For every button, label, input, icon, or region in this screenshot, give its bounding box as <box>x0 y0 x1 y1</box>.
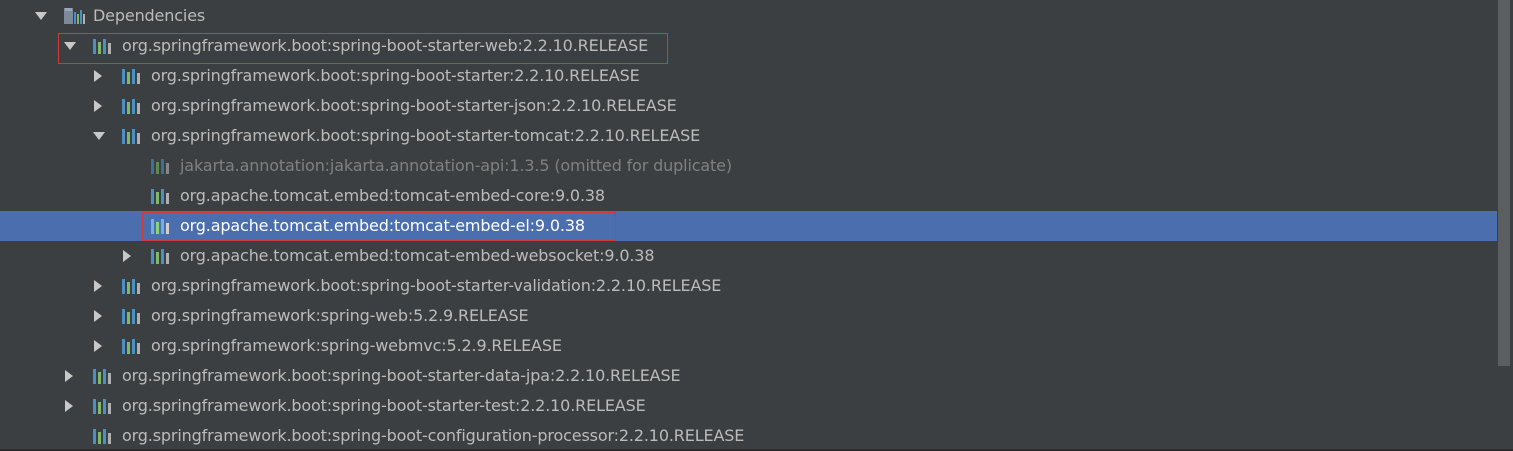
tree-row-label: org.springframework.boot:spring-boot-sta… <box>122 366 681 385</box>
vertical-scrollbar[interactable] <box>1497 0 1513 451</box>
library-icon <box>150 246 172 266</box>
tree-row-label: org.springframework.boot:spring-boot-con… <box>122 426 745 445</box>
collapse-arrow-icon[interactable] <box>120 249 134 263</box>
tree-row-dependency[interactable]: org.springframework.boot:spring-boot-sta… <box>0 361 1497 391</box>
tree-row-label: org.springframework.boot:spring-boot-sta… <box>122 396 646 415</box>
tree-row-dependency[interactable]: org.apache.tomcat.embed:tomcat-embed-cor… <box>0 181 1497 211</box>
library-icon <box>121 96 143 116</box>
tree-row-dependency[interactable]: org.springframework:spring-web:5.2.9.REL… <box>0 301 1497 331</box>
tree-row-label: org.springframework.boot:spring-boot-sta… <box>151 126 701 145</box>
collapse-arrow-icon[interactable] <box>91 339 105 353</box>
tree-row-label: org.springframework:spring-web:5.2.9.REL… <box>151 306 529 325</box>
tree-row-dependency[interactable]: org.springframework.boot:spring-boot-sta… <box>0 91 1497 121</box>
scrollbar-thumb[interactable] <box>1498 0 1510 366</box>
tree-row-dependency[interactable]: jakarta.annotation:jakarta.annotation-ap… <box>0 151 1497 181</box>
collapse-arrow-icon[interactable] <box>62 369 76 383</box>
library-icon <box>150 156 172 176</box>
library-icon <box>121 306 143 326</box>
expand-arrow-icon[interactable] <box>34 9 48 23</box>
library-icon <box>121 66 143 86</box>
tree-row-dependency[interactable]: org.springframework.boot:spring-boot-con… <box>0 421 1497 451</box>
tree-row-label: org.springframework:spring-webmvc:5.2.9.… <box>151 336 562 355</box>
tree-row-label: jakarta.annotation:jakarta.annotation-ap… <box>180 156 732 175</box>
tree-row-label: org.apache.tomcat.embed:tomcat-embed-cor… <box>180 186 605 205</box>
tree-row-dependency[interactable]: org.springframework.boot:spring-boot-sta… <box>0 391 1497 421</box>
collapse-arrow-icon[interactable] <box>91 309 105 323</box>
library-icon <box>121 336 143 356</box>
collapse-arrow-icon[interactable] <box>91 69 105 83</box>
library-icon <box>121 126 143 146</box>
highlight-box <box>58 33 668 64</box>
tree-row-dependency[interactable]: org.springframework.boot:spring-boot-sta… <box>0 121 1497 151</box>
library-icon <box>150 186 172 206</box>
tree-row-label: org.springframework.boot:spring-boot-sta… <box>151 66 640 85</box>
tree-row-label: Dependencies <box>93 6 206 25</box>
collapse-arrow-icon[interactable] <box>91 279 105 293</box>
tree-row-label: org.springframework.boot:spring-boot-sta… <box>151 276 722 295</box>
highlight-box <box>142 212 616 241</box>
tree-row-dependency[interactable]: org.apache.tomcat.embed:tomcat-embed-web… <box>0 241 1497 271</box>
expand-arrow-icon[interactable] <box>92 129 106 143</box>
dependencies-tree[interactable]: Dependencies org.springframework.boot:sp… <box>0 0 1497 451</box>
tree-row-label: org.springframework.boot:spring-boot-sta… <box>151 96 677 115</box>
tree-row-dependencies[interactable]: Dependencies <box>0 1 1497 31</box>
tree-row-label: org.apache.tomcat.embed:tomcat-embed-web… <box>180 246 655 265</box>
collapse-arrow-icon[interactable] <box>91 99 105 113</box>
library-icon <box>121 276 143 296</box>
collapse-arrow-icon[interactable] <box>62 399 76 413</box>
library-icon <box>92 396 114 416</box>
folder-library-icon <box>64 6 86 26</box>
library-icon <box>92 366 114 386</box>
tree-row-dependency[interactable]: org.springframework.boot:spring-boot-sta… <box>0 61 1497 91</box>
tree-row-dependency[interactable]: org.springframework:spring-webmvc:5.2.9.… <box>0 331 1497 361</box>
tree-row-dependency[interactable]: org.springframework.boot:spring-boot-sta… <box>0 271 1497 301</box>
library-icon <box>92 426 114 446</box>
